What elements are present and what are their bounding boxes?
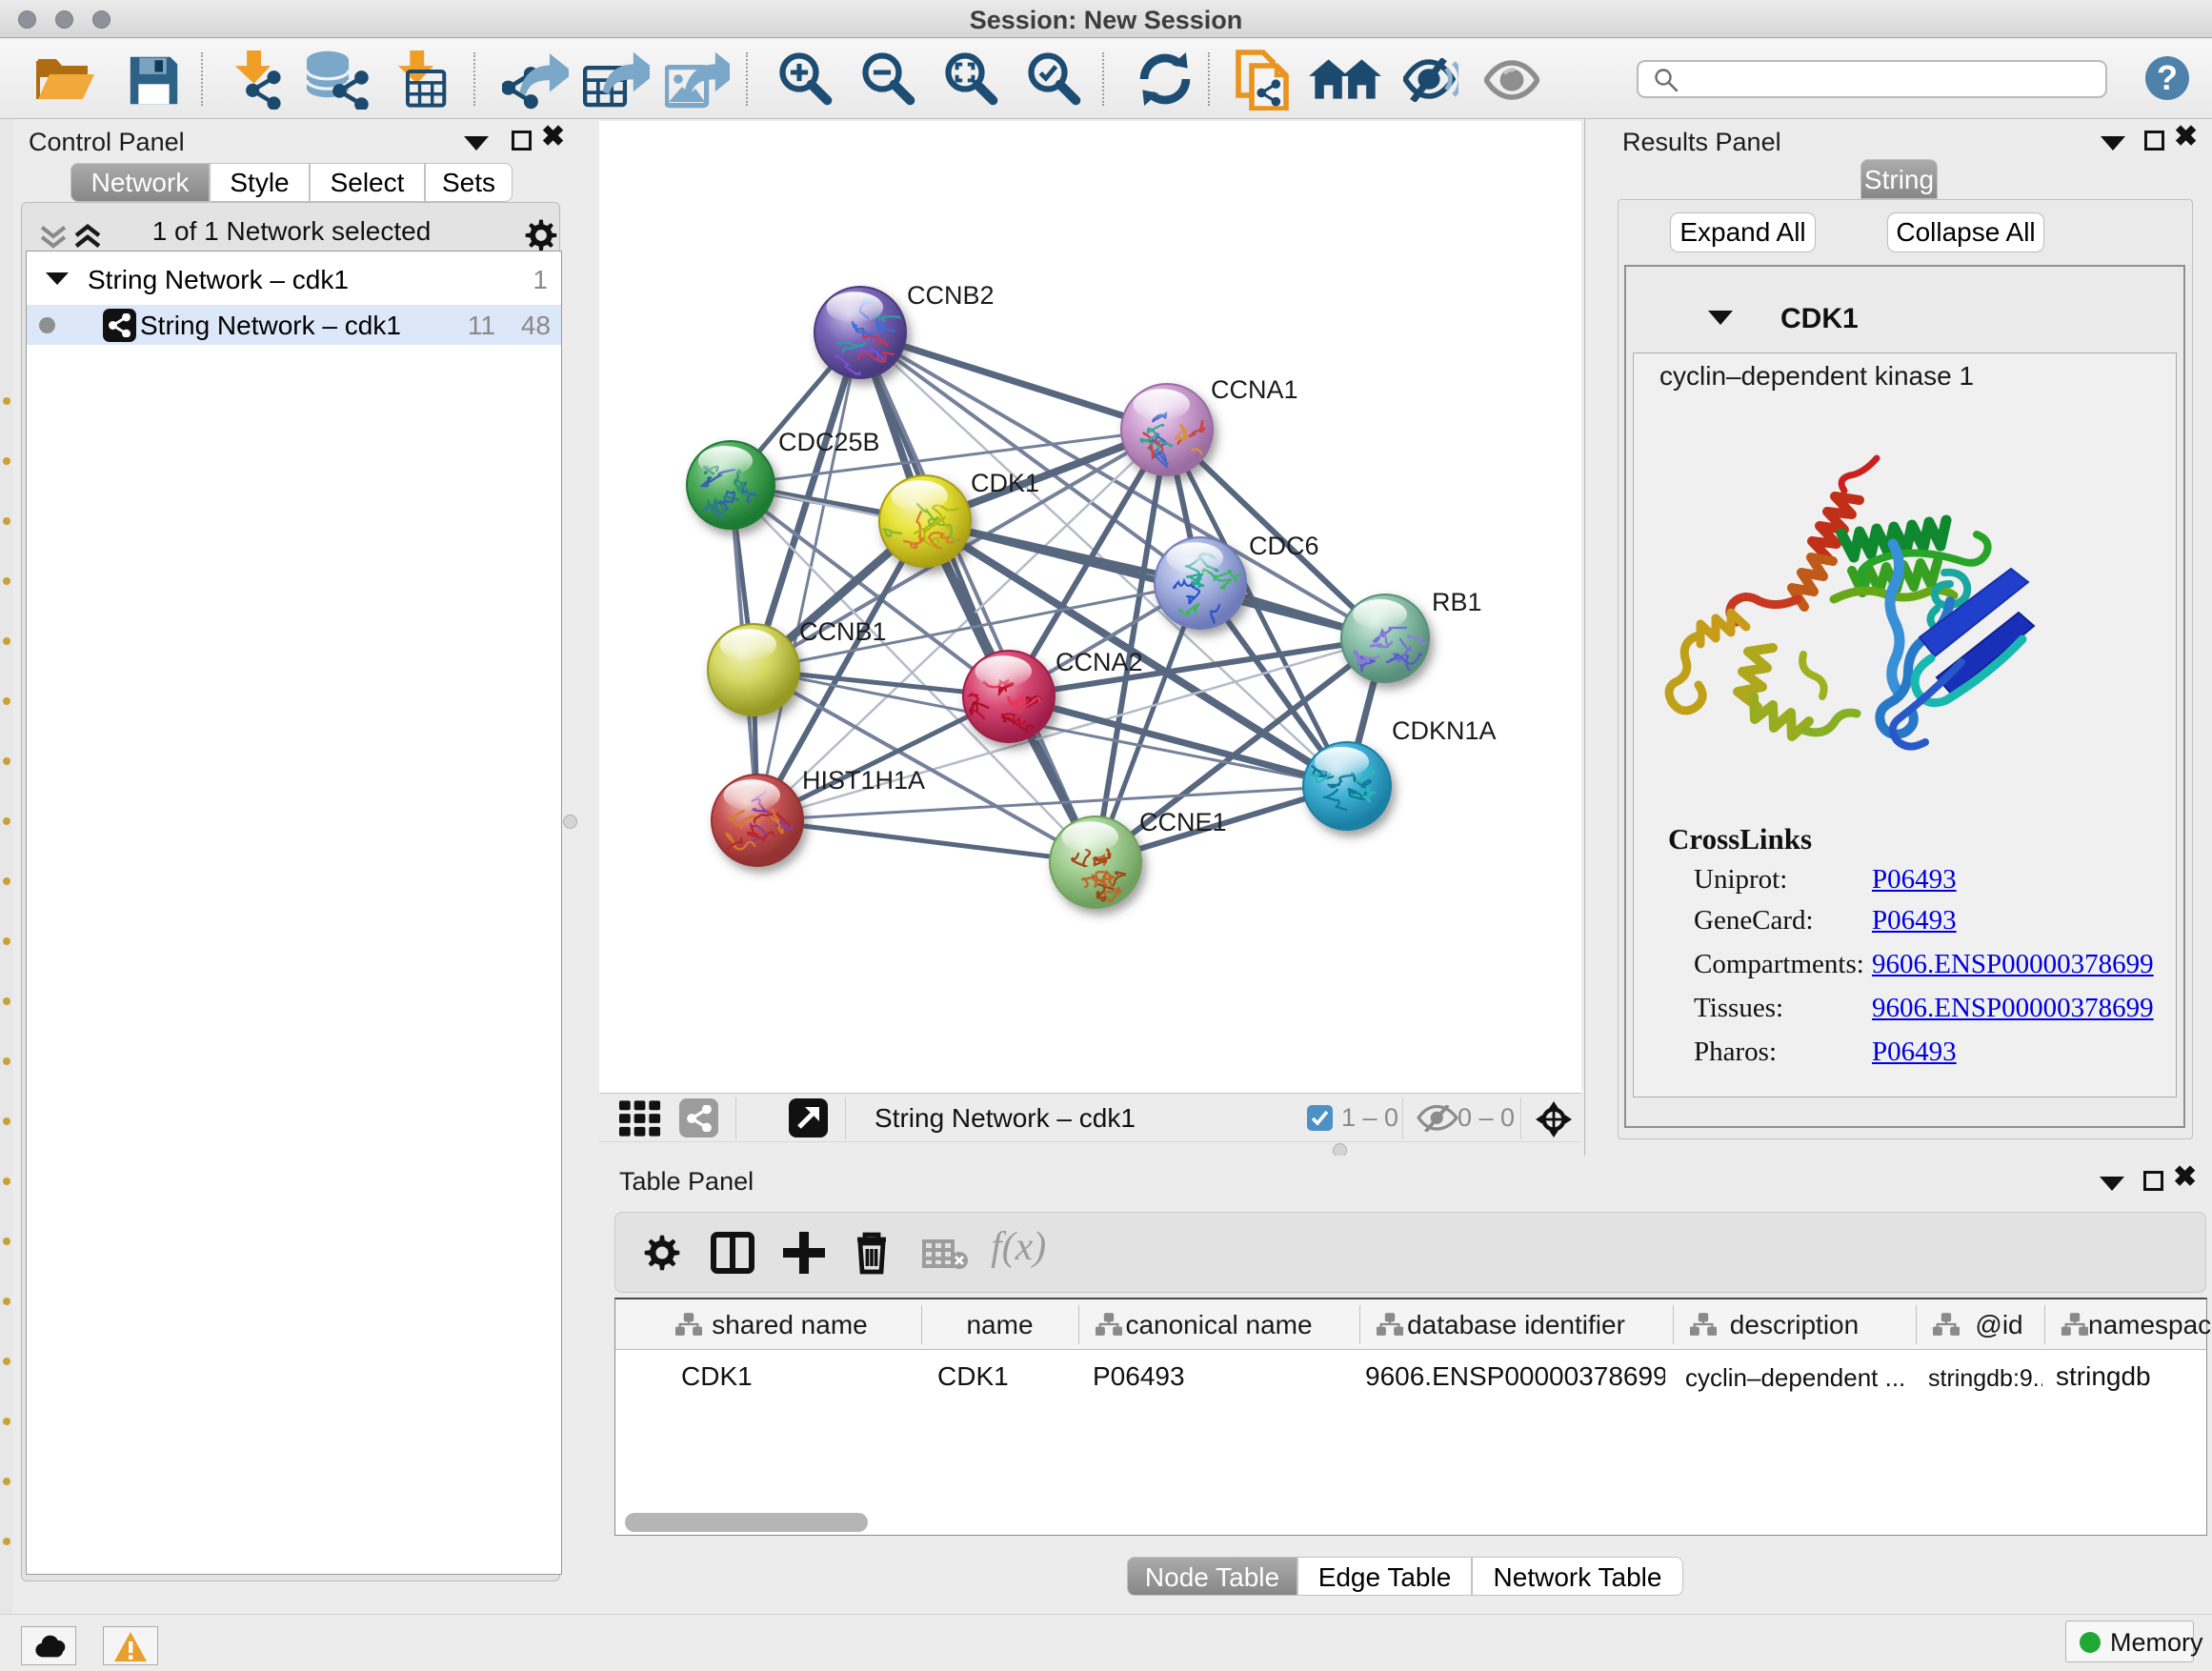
svg-text:CDK1: CDK1 [971,469,1039,497]
svg-text:CDKN1A: CDKN1A [1392,716,1497,745]
svg-text:CCNA1: CCNA1 [1211,375,1298,404]
svg-text:CDC25B: CDC25B [778,428,880,456]
svg-text:RB1: RB1 [1432,588,1482,616]
svg-text:CCNE1: CCNE1 [1139,808,1227,836]
svg-text:CCNB2: CCNB2 [907,281,995,310]
svg-text:CCNB1: CCNB1 [799,617,887,646]
svg-text:CCNA2: CCNA2 [1056,648,1143,676]
svg-text:HIST1H1A: HIST1H1A [802,766,925,795]
svg-text:CDC6: CDC6 [1249,532,1319,560]
